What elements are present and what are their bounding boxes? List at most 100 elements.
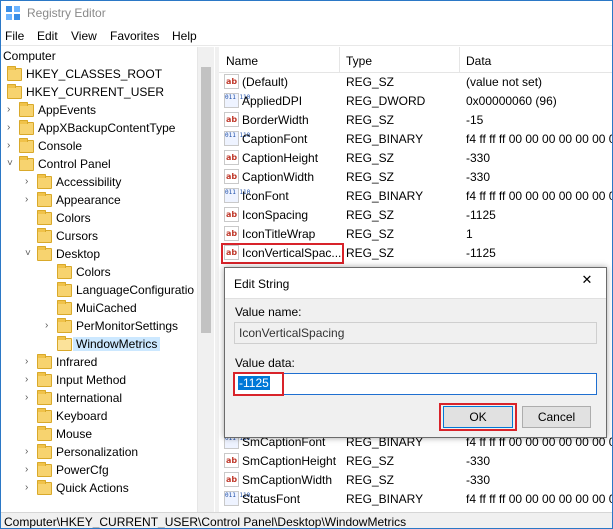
menu-file[interactable]: File — [5, 29, 24, 43]
table-row[interactable]: ab CaptionHeight REG_SZ -330 — [219, 149, 612, 168]
menu-help[interactable]: Help — [172, 29, 197, 43]
tree-item[interactable]: › International — [1, 390, 201, 408]
close-icon[interactable]: ✕ — [580, 274, 594, 288]
expand-chevron-icon[interactable]: › — [25, 374, 35, 386]
collapse-chevron-icon[interactable]: ˅ — [7, 158, 17, 170]
table-row[interactable]: ab SmCaptionHeight REG_SZ -330 — [219, 452, 612, 471]
table-row[interactable]: 011 110 AppliedDPI REG_DWORD 0x00000060 (96… — [219, 92, 612, 111]
tree-item[interactable]: Keyboard — [1, 408, 201, 426]
tree-item-label: MuiCached — [76, 301, 137, 315]
tree-item-label: Quick Actions — [56, 481, 129, 495]
tree-item[interactable]: › Accessibility — [1, 174, 201, 192]
expand-chevron-icon[interactable]: › — [25, 482, 35, 494]
table-row[interactable]: ab BorderWidth REG_SZ -15 — [219, 111, 612, 130]
table-row[interactable]: 011 110 StatusFont REG_BINARY f4 ff ff ff 0… — [219, 490, 612, 509]
cell-type: REG_BINARY — [346, 492, 424, 506]
expand-chevron-icon[interactable]: › — [25, 464, 35, 476]
table-row[interactable]: ab IconTitleWrap REG_SZ 1 — [219, 225, 612, 244]
expand-chevron-icon[interactable]: › — [25, 356, 35, 368]
ok-highlight-box — [439, 403, 517, 431]
column-header-name[interactable]: Name — [226, 54, 258, 68]
tree-item[interactable]: Colors — [1, 210, 201, 228]
expand-chevron-icon[interactable]: › — [7, 140, 17, 152]
column-divider[interactable] — [339, 47, 340, 73]
value-data-highlight-box — [233, 372, 284, 396]
cell-type: REG_SZ — [346, 473, 395, 487]
menu-favorites[interactable]: Favorites — [110, 29, 159, 43]
folder-icon — [37, 426, 52, 441]
tree-item[interactable]: Colors — [1, 264, 201, 282]
expand-chevron-icon[interactable]: › — [25, 176, 35, 188]
string-value-icon: ab — [224, 112, 239, 127]
cell-name: CaptionHeight — [242, 151, 319, 165]
table-row[interactable]: ab IconSpacing REG_SZ -1125 — [219, 206, 612, 225]
table-row[interactable]: 011 110 IconFont REG_BINARY f4 ff ff ff 00 … — [219, 187, 612, 206]
tree-item-label: Input Method — [56, 373, 127, 387]
column-header-type[interactable]: Type — [346, 54, 372, 68]
tree-item[interactable]: WindowMetrics — [1, 336, 201, 354]
cell-type: REG_DWORD — [346, 94, 426, 108]
tree-item[interactable]: Computer — [1, 48, 201, 66]
folder-icon — [37, 210, 52, 225]
tree-item-label: AppXBackupContentType — [38, 121, 176, 135]
table-row[interactable]: 011 110 CaptionFont REG_BINARY f4 ff ff ff … — [219, 130, 612, 149]
expand-chevron-icon[interactable]: › — [7, 122, 17, 134]
folder-icon — [37, 444, 52, 459]
value-data-input[interactable]: -1125 — [234, 373, 597, 395]
list-header: Name Type Data — [219, 47, 612, 73]
tree-item[interactable]: › Appearance — [1, 192, 201, 210]
expand-chevron-icon[interactable]: › — [7, 104, 17, 116]
cell-data: 1 — [466, 227, 473, 241]
tree-item-label: Cursors — [56, 229, 99, 243]
table-row[interactable]: ab IconVerticalSpac... REG_SZ -1125 — [219, 243, 612, 264]
tree-item[interactable]: Cursors — [1, 228, 201, 246]
expand-chevron-icon[interactable]: › — [25, 446, 35, 458]
expand-chevron-icon[interactable]: › — [25, 392, 35, 404]
folder-icon — [37, 354, 52, 369]
folder-icon — [57, 264, 72, 279]
tree-item[interactable]: Mouse — [1, 426, 201, 444]
menu-edit[interactable]: Edit — [37, 29, 58, 43]
tree-item[interactable]: › AppXBackupContentType — [1, 120, 201, 138]
tree-scroll-thumb[interactable] — [201, 67, 211, 333]
tree-item[interactable]: LanguageConfiguratio — [1, 282, 201, 300]
tree-item[interactable]: ˅ Control Panel — [1, 156, 201, 174]
tree-item[interactable]: › PowerCfg — [1, 462, 201, 480]
table-row[interactable]: ab (Default) REG_SZ (value not set) — [219, 73, 612, 92]
expand-chevron-icon[interactable]: › — [25, 194, 35, 206]
tree-item[interactable]: ˅ Desktop — [1, 246, 201, 264]
collapse-chevron-icon[interactable]: ˅ — [25, 248, 35, 260]
registry-tree[interactable]: Computer HKEY_CLASSES_ROOT HKEY_CURRENT_US… — [1, 47, 213, 513]
cell-data: -330 — [466, 151, 491, 165]
tree-item[interactable]: › Console — [1, 138, 201, 156]
menu-divider — [1, 45, 612, 46]
tree-item[interactable]: › Input Method — [1, 372, 201, 390]
tree-item-label: HKEY_CURRENT_USER — [26, 85, 165, 99]
cancel-button[interactable]: Cancel — [522, 406, 591, 428]
tree-item[interactable]: › Personalization — [1, 444, 201, 462]
status-bar: Computer\HKEY_CURRENT_USER\Control Panel… — [1, 512, 612, 528]
tree-item[interactable]: › PerMonitorSettings — [1, 318, 201, 336]
binary-value-icon: 011 110 — [224, 491, 250, 506]
table-row[interactable]: ab CaptionWidth REG_SZ -330 — [219, 168, 612, 187]
cell-name: IconFont — [242, 189, 289, 203]
cell-type: REG_SZ — [346, 246, 395, 260]
menu-view[interactable]: View — [71, 29, 97, 43]
folder-icon — [19, 120, 34, 135]
tree-item[interactable]: › Infrared — [1, 354, 201, 372]
tree-vertical-scrollbar[interactable] — [197, 47, 214, 513]
tree-item[interactable]: › Quick Actions — [1, 480, 201, 498]
tree-item[interactable]: › AppEvents — [1, 102, 201, 120]
table-row[interactable]: ab SmCaptionWidth REG_SZ -330 — [219, 471, 612, 490]
cell-data: (value not set) — [466, 75, 543, 89]
column-header-data[interactable]: Data — [466, 54, 491, 68]
tree-item[interactable]: HKEY_CLASSES_ROOT — [1, 66, 201, 84]
tree-item[interactable]: MuiCached — [1, 300, 201, 318]
folder-icon — [37, 174, 52, 189]
cell-name: StatusFont — [242, 492, 301, 506]
cell-name: BorderWidth — [242, 113, 309, 127]
column-divider[interactable] — [459, 47, 460, 73]
expand-chevron-icon[interactable]: › — [45, 320, 55, 332]
tree-item[interactable]: HKEY_CURRENT_USER — [1, 84, 201, 102]
menu-bar: File Edit View Favorites Help — [1, 26, 612, 46]
